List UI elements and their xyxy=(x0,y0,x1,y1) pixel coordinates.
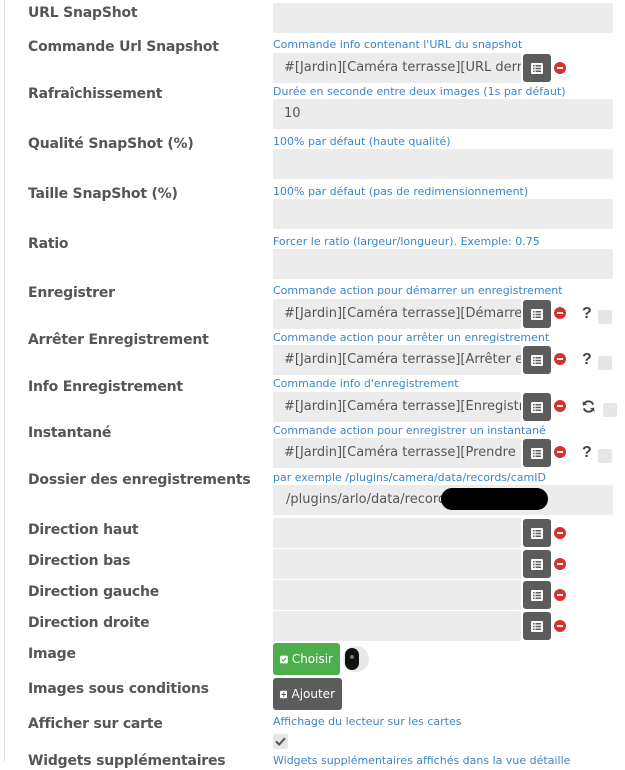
list-icon xyxy=(531,589,543,601)
dir-right-list-button[interactable] xyxy=(523,612,551,640)
info-record-label: Info Enregistrement xyxy=(28,379,183,395)
redaction-bar xyxy=(441,488,548,510)
size-hint: 100% par défaut (pas de redimensionnemen… xyxy=(273,185,529,198)
quality-label: Qualité SnapShot (%) xyxy=(28,136,194,152)
dir-up-input[interactable] xyxy=(273,518,521,548)
cmd-url-snapshot-list-button[interactable] xyxy=(523,54,551,82)
refresh-icon[interactable] xyxy=(581,399,596,414)
record-remove-icon[interactable] xyxy=(554,307,566,319)
record-label: Enregistrer xyxy=(28,285,115,301)
cmd-url-snapshot-input[interactable]: #[Jardin][Caméra terrasse][URL dernière … xyxy=(273,53,521,83)
dir-down-list-button[interactable] xyxy=(523,550,551,578)
dir-up-label: Direction haut xyxy=(28,522,139,538)
info-record-hint: Commande info d'enregistrement xyxy=(273,377,459,390)
refresh-label: Rafraîchissement xyxy=(28,86,163,102)
refresh-input[interactable]: 10 xyxy=(273,99,613,129)
snapshot-list-button[interactable] xyxy=(523,439,551,467)
records-dir-hint: par exemple /plugins/camera/data/records… xyxy=(273,471,546,484)
records-dir-label: Dossier des enregistrements xyxy=(28,472,251,488)
stop-record-hint: Commande action pour arrêter un enregist… xyxy=(273,331,550,344)
refresh-hint: Durée en seconde entre deux images (1s p… xyxy=(273,85,566,98)
list-icon xyxy=(531,354,543,366)
list-icon xyxy=(531,527,543,539)
info-record-checkbox[interactable] xyxy=(603,403,617,417)
record-list-button[interactable] xyxy=(523,300,551,328)
stop-record-label: Arrêter Enregistrement xyxy=(28,332,209,348)
dir-up-list-button[interactable] xyxy=(523,519,551,547)
dir-left-remove-icon[interactable] xyxy=(554,589,566,601)
snapshot-input[interactable]: #[Jardin][Caméra terrasse][Prendre une c… xyxy=(273,438,521,468)
size-input[interactable] xyxy=(273,199,613,229)
camera-thumbnail xyxy=(343,646,369,672)
cmd-url-snapshot-label: Commande Url Snapshot xyxy=(28,39,219,55)
record-help-question-mark-icon[interactable]: ? xyxy=(582,306,592,322)
check-square-icon xyxy=(280,655,288,663)
dir-right-label: Direction droite xyxy=(28,615,150,631)
check-icon xyxy=(275,737,286,746)
show-on-map-checkbox[interactable] xyxy=(273,734,288,749)
list-icon xyxy=(531,62,543,74)
list-icon xyxy=(531,308,543,320)
stop-record-checkbox[interactable] xyxy=(598,356,612,370)
ratio-label: Ratio xyxy=(28,236,69,252)
list-icon xyxy=(531,558,543,570)
dir-down-remove-icon[interactable] xyxy=(554,558,566,570)
plus-square-icon xyxy=(280,690,288,698)
image-label: Image xyxy=(28,646,76,662)
snapshot-label: Instantané xyxy=(28,425,112,441)
stop-record-list-button[interactable] xyxy=(523,346,551,374)
dir-down-label: Direction bas xyxy=(28,553,131,569)
list-icon xyxy=(531,401,543,413)
snapshot-help-question-mark-icon[interactable]: ? xyxy=(582,445,592,461)
snapshot-checkbox[interactable] xyxy=(598,449,612,463)
stop-record-input[interactable]: #[Jardin][Caméra terrasse][Arrêter enreg… xyxy=(273,345,521,375)
ratio-hint: Forcer le ratio (largeur/longueur). Exem… xyxy=(273,235,540,248)
choose-image-button[interactable]: Choisir xyxy=(273,643,340,675)
info-record-list-button[interactable] xyxy=(523,393,551,421)
left-border xyxy=(4,0,5,761)
dir-left-list-button[interactable] xyxy=(523,581,551,609)
ratio-input[interactable] xyxy=(273,249,613,279)
extra-widgets-hint: Widgets supplémentaires affichés dans la… xyxy=(273,754,571,767)
record-hint: Commande action pour démarrer un enregis… xyxy=(273,284,563,297)
record-checkbox[interactable] xyxy=(598,310,612,324)
quality-input[interactable] xyxy=(273,149,613,179)
cmd-url-snapshot-hint: Commande info contenant l'URL du snapsho… xyxy=(273,38,523,51)
dir-right-input[interactable] xyxy=(273,611,521,641)
size-label: Taille SnapShot (%) xyxy=(28,186,178,202)
stop-record-remove-icon[interactable] xyxy=(554,353,566,365)
dir-left-label: Direction gauche xyxy=(28,584,160,600)
info-record-remove-icon[interactable] xyxy=(554,400,566,412)
snapshot-remove-icon[interactable] xyxy=(554,446,566,458)
snapshot-hint: Commande action pour enregistrer un inst… xyxy=(273,424,546,437)
record-input[interactable]: #[Jardin][Caméra terrasse][Démarrer enre… xyxy=(273,299,521,329)
dir-down-input[interactable] xyxy=(273,549,521,579)
cmd-url-snapshot-remove-icon[interactable] xyxy=(554,62,566,74)
quality-hint: 100% par défaut (haute qualité) xyxy=(273,135,451,148)
stop-record-help-question-mark-icon[interactable]: ? xyxy=(582,352,592,368)
url-snapshot-input[interactable] xyxy=(273,3,613,33)
dir-up-remove-icon[interactable] xyxy=(554,527,566,539)
url-snapshot-label: URL SnapShot xyxy=(28,5,138,21)
dir-left-input[interactable] xyxy=(273,580,521,610)
conditional-images-label: Images sous conditions xyxy=(28,681,209,697)
show-on-map-label: Afficher sur carte xyxy=(28,716,163,732)
dir-right-remove-icon[interactable] xyxy=(554,620,566,632)
info-record-input[interactable]: #[Jardin][Caméra terrasse][Enregistremen… xyxy=(273,392,521,422)
add-conditional-image-button[interactable]: Ajouter xyxy=(273,678,342,710)
list-icon xyxy=(531,620,543,632)
list-icon xyxy=(531,447,543,459)
show-on-map-hint: Affichage du lecteur sur les cartes xyxy=(273,715,462,728)
extra-widgets-label: Widgets supplémentaires xyxy=(28,753,226,769)
